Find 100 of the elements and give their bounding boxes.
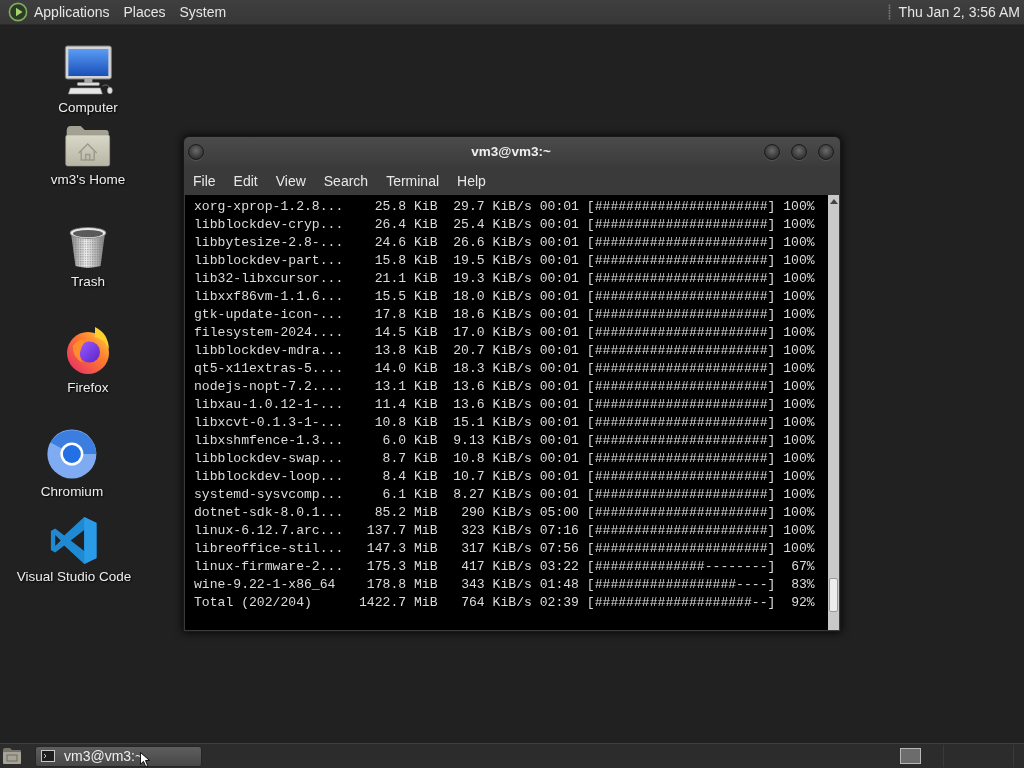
scroll-up-arrow-icon[interactable] xyxy=(829,199,838,204)
time-remaining: 00:01 xyxy=(539,432,579,448)
transfer-rate: 343 KiB/s xyxy=(461,576,532,592)
package-name: Total (202/204) xyxy=(194,594,312,610)
package-name: linux-6.12.7.arc... xyxy=(194,522,344,538)
transfer-rate: 18.6 KiB/s xyxy=(453,306,532,322)
package-name: nodejs-nopt-7.2.... xyxy=(194,378,344,394)
desktop-shortcut[interactable]: Chromium xyxy=(40,429,104,500)
scrollbar-thumb[interactable] xyxy=(829,578,838,612)
maximize-button[interactable] xyxy=(791,143,807,160)
menu-item[interactable]: View xyxy=(266,169,315,192)
minimize-button[interactable] xyxy=(764,143,780,160)
download-size: 15.5 KiB xyxy=(374,288,438,304)
transfer-rate: 15.1 KiB/s xyxy=(453,414,532,430)
download-size: 13.8 KiB xyxy=(374,342,438,358)
download-size: 11.4 KiB xyxy=(374,396,438,412)
time-remaining: 00:01 xyxy=(539,216,579,232)
clock[interactable]: Thu Jan 2, 3:56 AM xyxy=(898,4,1020,20)
transfer-rate: 19.5 KiB/s xyxy=(453,252,532,268)
progress-text: [######################] xyxy=(586,288,776,304)
progress-text: [######################] xyxy=(586,360,776,376)
progress-text: [######################] xyxy=(586,396,776,412)
download-size: 26.4 KiB xyxy=(374,216,438,232)
panel-menu[interactable]: Applications xyxy=(28,2,117,22)
transfer-rate: 18.3 KiB/s xyxy=(453,360,532,376)
terminal-icon xyxy=(41,750,55,762)
percent-text: 100% xyxy=(783,432,815,448)
desktop-shortcut[interactable]: Computer xyxy=(58,45,118,116)
menu-item[interactable]: Search xyxy=(314,169,378,192)
package-name: libxxf86vm-1.1.6... xyxy=(194,288,344,304)
time-remaining: 03:22 xyxy=(539,558,579,574)
percent-text: 100% xyxy=(783,378,815,394)
download-size: 24.6 KiB xyxy=(374,234,438,250)
download-size: 13.1 KiB xyxy=(374,378,438,394)
percent-text: 100% xyxy=(783,234,815,250)
transfer-rate: 26.6 KiB/s xyxy=(453,234,532,250)
time-remaining: 00:01 xyxy=(539,360,579,376)
package-name: libblockdev-loop... xyxy=(194,468,344,484)
percent-text: 100% xyxy=(783,522,815,538)
time-remaining: 00:01 xyxy=(539,486,579,502)
panel-menu[interactable]: Places xyxy=(117,2,173,22)
menu-item[interactable]: Edit xyxy=(224,169,267,192)
time-remaining: 00:01 xyxy=(539,306,579,322)
transfer-rate: 9.13 KiB/s xyxy=(453,432,532,448)
taskbar-button[interactable]: vm3@vm3:~ xyxy=(35,745,202,767)
download-size: 15.8 KiB xyxy=(374,252,438,268)
desktop-shortcut[interactable]: Visual Studio Code xyxy=(16,517,132,585)
window-menu-button[interactable] xyxy=(188,143,204,160)
time-remaining: 00:01 xyxy=(539,396,579,412)
transfer-rate: 323 KiB/s xyxy=(461,522,532,538)
progress-text: [######################] xyxy=(586,432,776,448)
time-remaining: 00:01 xyxy=(539,252,579,268)
desktop-shortcut[interactable]: Firefox xyxy=(64,325,112,396)
menu-item[interactable]: File xyxy=(184,169,225,192)
desktop-shortcut[interactable]: vm3's Home xyxy=(50,125,126,188)
progress-text: [######################] xyxy=(586,414,776,430)
time-remaining: 00:01 xyxy=(539,198,579,214)
percent-text: 100% xyxy=(783,288,815,304)
play-circle-icon[interactable] xyxy=(8,2,28,22)
percent-text: 100% xyxy=(783,342,815,358)
time-remaining: 02:39 xyxy=(539,594,579,610)
transfer-rate: 25.4 KiB/s xyxy=(453,216,532,232)
workspace-switcher[interactable] xyxy=(900,748,921,764)
time-remaining: 07:56 xyxy=(539,540,579,556)
transfer-rate: 13.6 KiB/s xyxy=(453,378,532,394)
percent-text: 83% xyxy=(791,576,815,592)
desktop-folder-icon[interactable] xyxy=(2,747,22,765)
window-title: vm3@vm3:~ xyxy=(471,144,551,159)
home-folder-icon xyxy=(65,125,111,167)
percent-text: 100% xyxy=(783,468,815,484)
download-size: 6.0 KiB xyxy=(382,432,438,448)
progress-text: [######################] xyxy=(586,540,776,556)
download-size: 8.4 KiB xyxy=(382,468,438,484)
time-remaining: 00:01 xyxy=(539,342,579,358)
close-button[interactable] xyxy=(818,143,834,160)
download-size: 10.8 KiB xyxy=(374,414,438,430)
time-remaining: 05:00 xyxy=(539,504,579,520)
package-name: libblockdev-mdra... xyxy=(194,342,344,358)
progress-text: [######################] xyxy=(586,270,776,286)
code-editor-icon xyxy=(51,517,97,564)
fox-globe-icon xyxy=(64,325,112,375)
download-size: 85.2 MiB xyxy=(374,504,438,520)
browser-circle-icon xyxy=(47,429,97,479)
menu-item[interactable]: Terminal xyxy=(377,169,449,192)
transfer-rate: 13.6 KiB/s xyxy=(453,396,532,412)
menu-item[interactable]: Help xyxy=(448,169,495,192)
panel-menu[interactable]: System xyxy=(173,2,234,22)
transfer-rate: 10.8 KiB/s xyxy=(453,450,532,466)
download-size: 147.3 MiB xyxy=(366,540,438,556)
progress-text: [######################] xyxy=(586,252,776,268)
package-name: xorg-xprop-1.2.8... xyxy=(194,198,344,214)
package-name: libblockdev-part... xyxy=(194,252,344,268)
download-size: 6.1 KiB xyxy=(382,486,438,502)
desktop-shortcut[interactable]: Trash xyxy=(68,225,108,290)
package-name: linux-firmware-2... xyxy=(194,558,344,574)
scrollbar[interactable] xyxy=(828,195,839,630)
percent-text: 92% xyxy=(791,594,815,610)
package-name: libxcvt-0.1.3-1-... xyxy=(194,414,344,430)
progress-text: [######################] xyxy=(586,306,776,322)
percent-text: 67% xyxy=(791,558,815,574)
